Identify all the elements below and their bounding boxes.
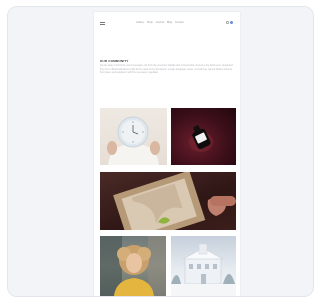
bottle-illustration — [189, 125, 213, 152]
cart-badge — [230, 21, 233, 24]
gallery-image-bottle[interactable] — [171, 108, 236, 165]
gallery-image-building[interactable] — [171, 236, 236, 296]
building-illustration — [171, 243, 236, 296]
preview-card: Gallery Shop Journal Blog Contact OUR CO… — [7, 6, 314, 297]
nav-links: Gallery Shop Journal Blog Contact — [136, 21, 184, 25]
intro-section: OUR COMMUNITY Far far away, behind the w… — [100, 59, 234, 75]
cart[interactable] — [226, 21, 233, 24]
top-nav: Gallery Shop Journal Blog Contact — [94, 12, 240, 34]
person-clock-illustration — [107, 116, 160, 165]
nav-link-contact[interactable]: Contact — [175, 21, 184, 25]
menu-icon[interactable] — [100, 22, 105, 26]
intro-body: Far far away, behind the word mountains,… — [100, 64, 233, 74]
gallery-image-person-clock[interactable] — [100, 108, 167, 165]
gallery-image-woman[interactable] — [100, 236, 166, 296]
woman-illustration — [100, 236, 166, 296]
frame-illustration — [113, 172, 236, 230]
cart-icon[interactable] — [226, 21, 229, 24]
nav-link-shop[interactable]: Shop — [147, 21, 153, 25]
gallery-image-frame[interactable] — [100, 172, 236, 230]
website-preview: Gallery Shop Journal Blog Contact OUR CO… — [94, 12, 240, 296]
intro-title: OUR COMMUNITY — [100, 59, 129, 63]
nav-link-journal[interactable]: Journal — [156, 21, 164, 25]
nav-link-blog[interactable]: Blog — [167, 21, 172, 25]
nav-link-gallery[interactable]: Gallery — [136, 21, 144, 25]
